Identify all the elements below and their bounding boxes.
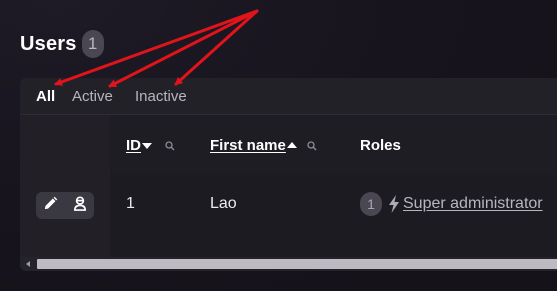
role-count-badge: 1 xyxy=(360,192,382,216)
cell-id: 1 xyxy=(126,195,135,212)
horizontal-scrollbar[interactable] xyxy=(20,257,557,271)
impersonate-icon xyxy=(73,195,87,216)
role-link[interactable]: Super administrator xyxy=(403,195,543,213)
table-row xyxy=(20,175,557,257)
column-header-id: ID xyxy=(126,137,175,154)
page: Users 1 All Active Inactive ID First nam… xyxy=(0,0,557,291)
tab-inactive[interactable]: Inactive xyxy=(135,88,187,105)
column-first-name-label[interactable]: First name xyxy=(210,137,286,154)
search-icon[interactable] xyxy=(165,140,175,151)
edit-button[interactable] xyxy=(39,194,63,218)
bolt-icon xyxy=(388,195,400,213)
sort-desc-icon[interactable] xyxy=(141,141,153,151)
pencil-icon xyxy=(43,196,58,216)
impersonate-button[interactable] xyxy=(68,194,92,218)
column-header-first-name: First name xyxy=(210,137,317,154)
status-tabs: All Active Inactive xyxy=(20,78,557,115)
search-icon[interactable] xyxy=(307,140,317,151)
page-title: Users xyxy=(20,32,77,55)
tab-all[interactable]: All xyxy=(36,88,55,105)
tab-active[interactable]: Active xyxy=(72,88,113,105)
column-header-roles: Roles xyxy=(360,137,401,154)
scroll-left-arrow-icon[interactable] xyxy=(26,261,30,267)
cell-first-name: Lao xyxy=(210,195,237,212)
column-id-label[interactable]: ID xyxy=(126,137,141,154)
users-count-badge: 1 xyxy=(81,30,104,58)
scrollbar-thumb[interactable] xyxy=(37,259,557,269)
users-table-panel: All Active Inactive ID First name Roles … xyxy=(20,78,557,271)
sort-asc-icon[interactable] xyxy=(286,141,298,151)
row-actions xyxy=(36,192,94,219)
column-roles-label: Roles xyxy=(360,137,401,154)
cell-roles: 1 Super administrator xyxy=(360,192,543,216)
title-row: Users 1 xyxy=(20,30,104,58)
